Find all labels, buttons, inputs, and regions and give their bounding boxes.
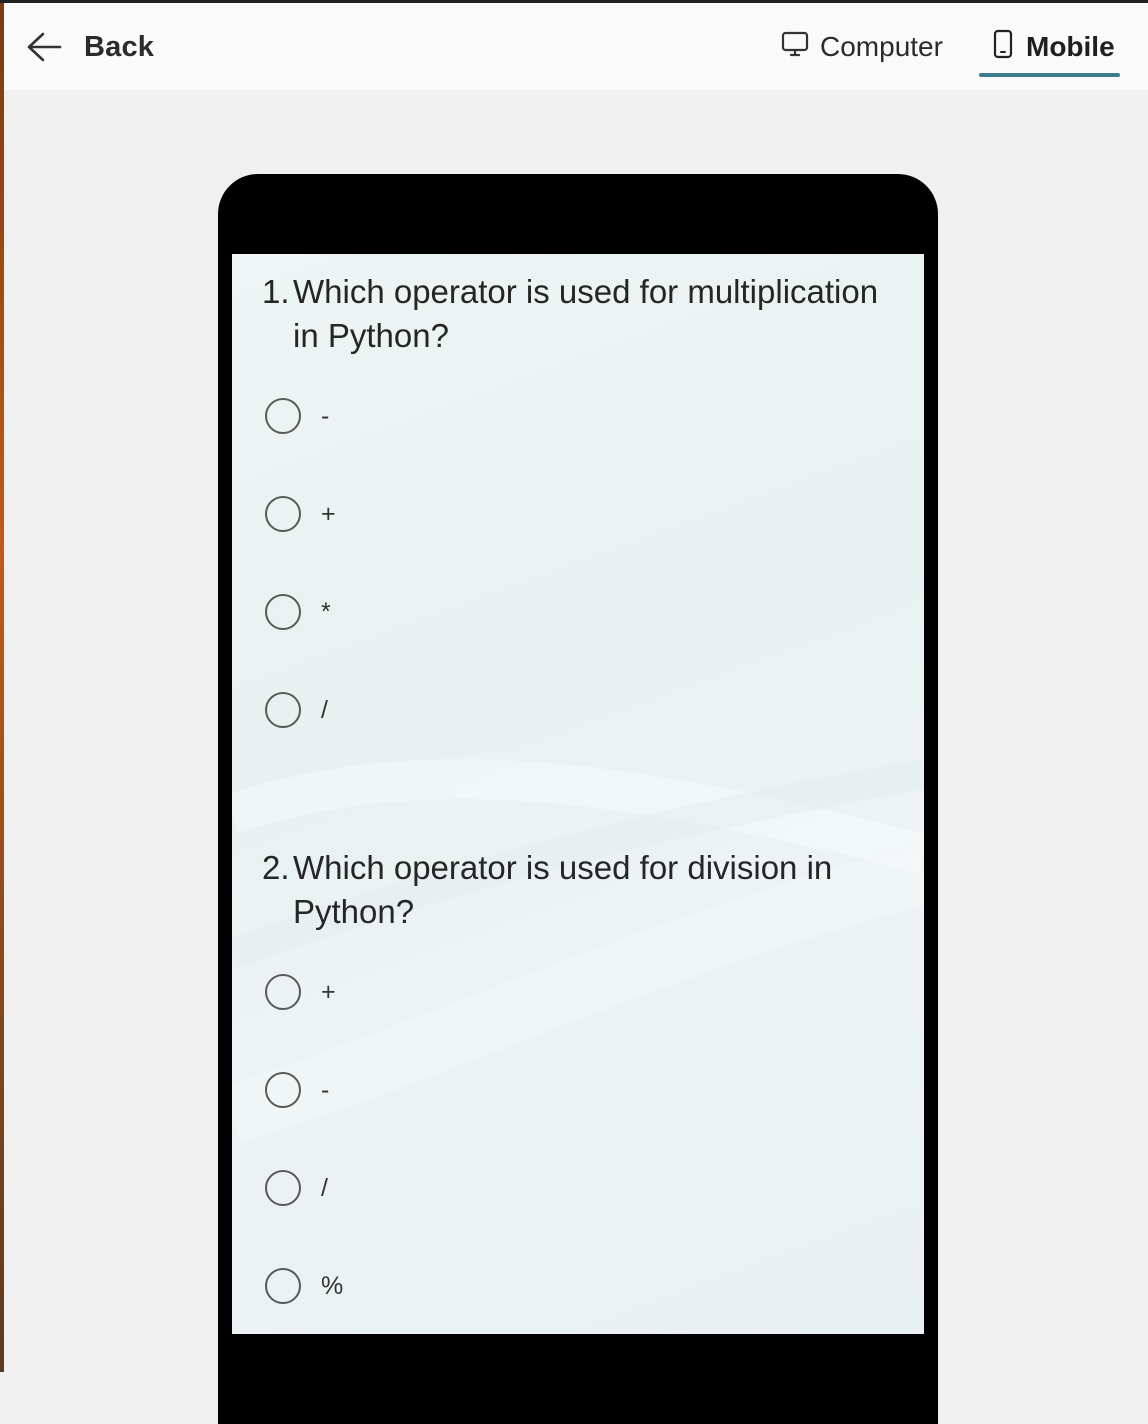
option[interactable]: / — [265, 688, 328, 732]
option-label: - — [321, 1075, 330, 1104]
option-label: * — [321, 597, 331, 626]
question-number: 2. — [262, 849, 290, 886]
question-text: Which operator is used for division in P… — [293, 849, 833, 930]
option[interactable]: + — [265, 492, 336, 536]
option[interactable]: * — [265, 590, 331, 634]
question-number: 1. — [262, 273, 290, 310]
monitor-icon — [780, 29, 810, 66]
radio-button[interactable] — [265, 692, 301, 728]
radio-button[interactable] — [265, 1170, 301, 1206]
radio-button[interactable] — [265, 1072, 301, 1108]
radio-button[interactable] — [265, 398, 301, 434]
option[interactable]: % — [265, 1264, 343, 1308]
question-text: Which operator is used for multiplicatio… — [293, 273, 879, 354]
option-label: / — [321, 695, 328, 724]
radio-button[interactable] — [265, 594, 301, 630]
option[interactable]: / — [265, 1166, 328, 1210]
selected-tab-indicator — [979, 73, 1120, 77]
preview-toolbar: Back Computer Mobile — [4, 3, 1148, 90]
option-label: / — [321, 1173, 328, 1202]
radio-button[interactable] — [265, 1268, 301, 1304]
option-label: + — [321, 499, 336, 528]
option[interactable]: - — [265, 394, 329, 438]
back-label: Back — [84, 30, 155, 63]
radio-button[interactable] — [265, 974, 301, 1010]
question-2-title: 2. Which operator is used for division i… — [262, 846, 882, 934]
option-label: % — [321, 1271, 344, 1300]
radio-button[interactable] — [265, 496, 301, 532]
phone-screen: 1. Which operator is used for multiplica… — [232, 254, 924, 1334]
back-button[interactable]: Back — [26, 25, 154, 69]
tab-computer[interactable]: Computer — [780, 25, 943, 69]
option-label: + — [321, 977, 336, 1006]
tab-mobile[interactable]: Mobile — [990, 25, 1115, 69]
window-edge — [0, 0, 4, 1372]
background-waves — [232, 759, 924, 1143]
phone-icon — [990, 29, 1016, 66]
option[interactable]: + — [265, 970, 336, 1014]
option-label: - — [321, 401, 330, 430]
tab-mobile-label: Mobile — [1026, 31, 1115, 62]
option[interactable]: - — [265, 1068, 329, 1112]
question-1-title: 1. Which operator is used for multiplica… — [262, 270, 882, 358]
tab-computer-label: Computer — [820, 31, 943, 62]
arrow-left-icon — [26, 31, 62, 63]
